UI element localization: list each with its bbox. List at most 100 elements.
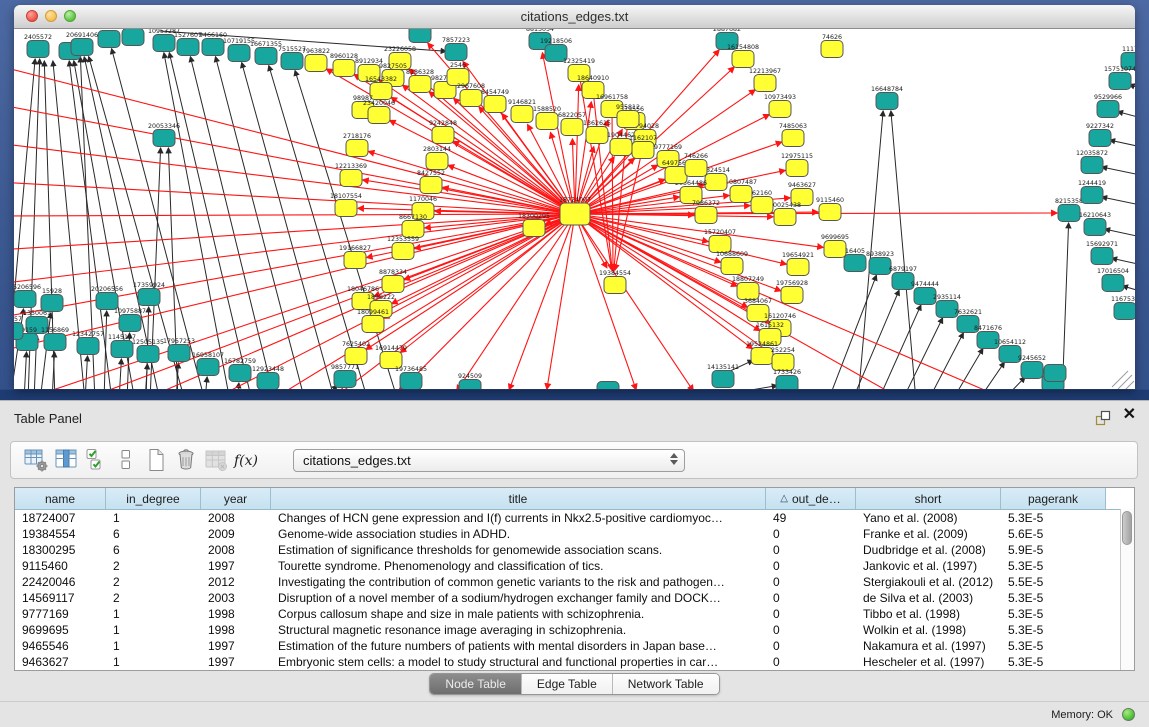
graph-node[interactable]: 17957253	[163, 338, 195, 362]
column-header-title[interactable]: title	[271, 488, 766, 509]
graph-node[interactable]: 25206596	[14, 284, 41, 308]
graph-node[interactable]: 18724007	[559, 197, 591, 226]
new-column-button[interactable]	[141, 446, 171, 474]
graph-node[interactable]: 9227342	[1086, 123, 1114, 147]
graph-node[interactable]: 9115460	[816, 197, 844, 221]
table-row[interactable]: 946362711997Embryonic stem cells: a mode…	[15, 654, 1134, 670]
table-row[interactable]: 1830029562008Estimation of significance …	[15, 542, 1134, 558]
graph-node[interactable]: 6822057	[558, 112, 586, 136]
table-row[interactable]: 1872400712008Changes of HCN gene express…	[15, 510, 1134, 526]
graph-node[interactable]: 16210643	[1079, 212, 1111, 236]
graph-node[interactable]: 18807249	[732, 276, 764, 300]
graph-node[interactable]: 1588520	[533, 106, 561, 130]
graph-node[interactable]: 19384554	[599, 270, 631, 294]
graph-node[interactable]: 12213967	[749, 68, 781, 92]
table-row[interactable]: 1456911722003Disruption of a novel membe…	[15, 590, 1134, 606]
graph-node[interactable]	[597, 382, 619, 390]
graph-node[interactable]: 23420046	[363, 100, 395, 124]
graph-node[interactable]: 9146821	[508, 99, 536, 123]
minimize-window-button[interactable]	[45, 10, 57, 22]
graph-node[interactable]: 17016504	[1097, 268, 1129, 292]
network-canvas[interactable]: 2405572206914061095328715276079466160107…	[14, 29, 1135, 389]
graph-node[interactable]: 19654921	[782, 252, 814, 276]
graph-node[interactable]: 19736485	[395, 366, 427, 389]
graph-node[interactable]: 2405572	[24, 34, 52, 58]
graph-node[interactable]: 10025438	[769, 202, 801, 226]
graph-node[interactable]: 15720407	[704, 229, 736, 253]
graph-node[interactable]: 7485063	[779, 123, 807, 147]
graph-node[interactable]: 19157	[14, 316, 23, 340]
graph-node[interactable]: 2803144	[423, 146, 451, 170]
column-header-year[interactable]: year	[201, 488, 271, 509]
graph-node[interactable]: 16648784	[871, 86, 903, 110]
graph-node[interactable]: 746266	[684, 153, 708, 177]
graph-node[interactable]: 1244419	[1078, 180, 1106, 204]
graph-node[interactable]: 12035872	[1076, 150, 1108, 174]
graph-node[interactable]: 16958107	[192, 352, 224, 376]
graph-node[interactable]: 12342757	[72, 331, 104, 355]
graph-node[interactable]: 9529966	[1094, 94, 1122, 118]
graph-node[interactable]: 1527607	[174, 32, 202, 56]
graph-node[interactable]: 924509	[458, 373, 482, 389]
graph-node[interactable]: 10975887	[114, 308, 146, 332]
column-header-pagerank[interactable]: pagerank	[1001, 488, 1106, 509]
table-selector-dropdown[interactable]: citations_edges.txt	[293, 449, 685, 472]
graph-node[interactable]: 12213369	[335, 163, 367, 187]
function-builder-button[interactable]: f(x)	[231, 446, 261, 474]
graph-node[interactable]: 19166827	[339, 245, 371, 269]
delete-column-button[interactable]	[171, 446, 201, 474]
table-row[interactable]: 911546021997Tourette syndrome. Phenomeno…	[15, 558, 1134, 574]
graph-node[interactable]: 15928	[41, 288, 63, 312]
graph-node[interactable]: 9857771	[331, 364, 359, 388]
graph-node[interactable]: 19756928	[776, 280, 808, 304]
graph-node[interactable]: 16914479	[375, 345, 407, 369]
table-row[interactable]: 977716911998Corpus callosum shape and si…	[15, 606, 1134, 622]
graph-node[interactable]: 16154808	[727, 44, 759, 68]
table-row[interactable]: 2242004622012Investigating the contribut…	[15, 574, 1134, 590]
graph-node[interactable]: 18107554	[330, 193, 362, 217]
graph-node[interactable]: 15751074	[1104, 66, 1135, 90]
graph-node[interactable]: 10973493	[764, 94, 796, 118]
graph-node[interactable]: 17359924	[133, 282, 165, 306]
graph-node[interactable]: 18300295	[518, 213, 550, 237]
graph-node[interactable]: 74626	[821, 34, 843, 58]
graph-node[interactable]: 1156869	[41, 327, 69, 351]
graph-node[interactable]: 12505135	[132, 339, 164, 363]
graph-node[interactable]: 20691406	[66, 32, 98, 56]
graph-node[interactable]	[98, 31, 120, 48]
scrollbar-thumb[interactable]	[1122, 511, 1132, 545]
graph-node[interactable]: 8186328	[406, 69, 434, 93]
graph-node[interactable]: 955812	[616, 104, 640, 128]
graph-node[interactable]: 8960128	[330, 53, 358, 77]
graph-node[interactable]: 1733426	[773, 369, 801, 389]
network-window-titlebar[interactable]: citations_edges.txt	[14, 5, 1135, 29]
graph-node[interactable]: 8427552	[417, 170, 445, 194]
graph-node[interactable]: 16405	[844, 248, 866, 272]
graph-node[interactable]: 1167534	[1111, 296, 1135, 320]
graph-node[interactable]: 14135141	[707, 364, 739, 388]
graph-node[interactable]: 18099461	[357, 309, 389, 333]
close-window-button[interactable]	[26, 10, 38, 22]
graph-node[interactable]: 7986372	[692, 200, 720, 224]
zoom-window-button[interactable]	[64, 10, 76, 22]
graph-node[interactable]: 7857223	[442, 37, 470, 61]
graph-node[interactable]: 9245652	[1018, 355, 1046, 379]
graph-node[interactable]: 16033809	[404, 29, 436, 43]
graph-node[interactable]: 20206556	[91, 286, 123, 310]
graph-node[interactable]: 8454749	[481, 89, 509, 113]
column-header-in_degree[interactable]: in_degree	[106, 488, 201, 509]
graph-node[interactable]: 9242848	[429, 120, 457, 144]
graph-node[interactable]: 2546	[447, 62, 469, 86]
graph-node[interactable]: 20053346	[148, 123, 180, 147]
table-row[interactable]: 946554611997Estimation of the future num…	[15, 638, 1134, 654]
close-panel-icon[interactable]: ✕	[1123, 407, 1136, 423]
table-row[interactable]: 1938455462009Genome-wide association stu…	[15, 526, 1134, 542]
column-header-name[interactable]: name	[15, 488, 106, 509]
graph-node[interactable]: 1162107	[629, 135, 657, 159]
graph-node[interactable]: 252254	[771, 347, 795, 371]
graph-node[interactable]: 10807487	[725, 179, 757, 203]
graph-node[interactable]: 8667130	[399, 214, 427, 238]
table-row[interactable]: 969969511998Structural magnetic resonanc…	[15, 622, 1134, 638]
graph-node[interactable]: 12353559	[387, 236, 419, 260]
column-header-short[interactable]: short	[856, 488, 1001, 509]
